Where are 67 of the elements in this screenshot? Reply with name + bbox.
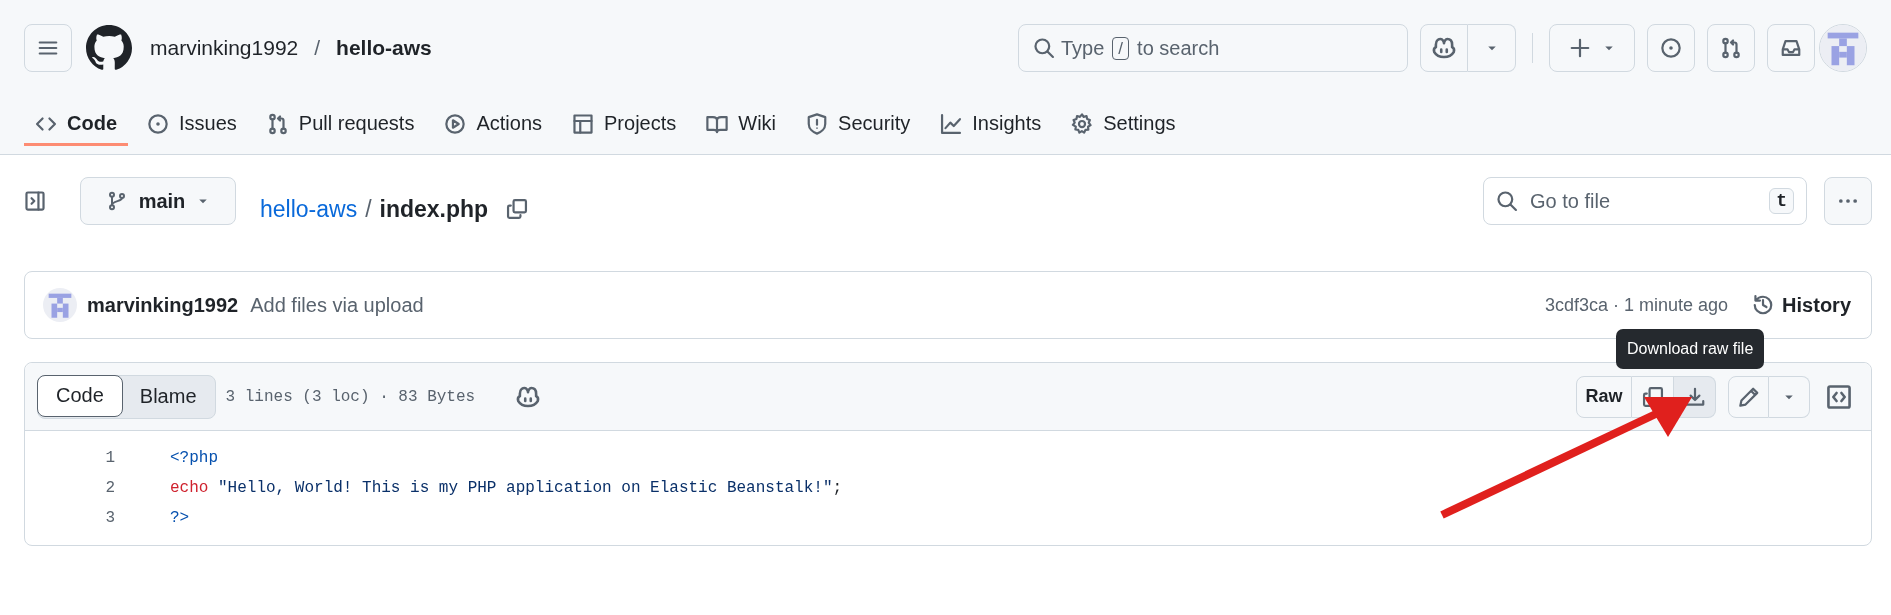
play-icon bbox=[444, 112, 467, 135]
branch-icon bbox=[106, 191, 127, 211]
repo-link[interactable]: hello-aws bbox=[336, 36, 432, 60]
search-icon bbox=[1033, 37, 1055, 59]
nav-tab[interactable]: Wiki bbox=[695, 96, 788, 146]
more-icon bbox=[1837, 199, 1859, 203]
line-number: 1 bbox=[104, 449, 116, 467]
nav-tab[interactable]: Projects bbox=[561, 96, 688, 146]
copilot-icon bbox=[1431, 35, 1457, 61]
field-placeholder: Go to file bbox=[1530, 189, 1611, 213]
file-info: 3 lines (3 loc) · 83 Bytes bbox=[225, 387, 476, 406]
nav-tab[interactable]: Insights bbox=[929, 96, 1053, 146]
symbols-icon[interactable] bbox=[1826, 383, 1852, 410]
nav-tab[interactable]: Security bbox=[795, 96, 922, 146]
plus-icon bbox=[1569, 37, 1591, 59]
file-name: index.php bbox=[379, 195, 489, 223]
raw-button[interactable]: Raw bbox=[1576, 375, 1632, 418]
shortcut-key: / bbox=[1112, 36, 1130, 60]
pull-request-icon bbox=[266, 112, 289, 135]
branch-button[interactable]: main bbox=[80, 177, 236, 225]
go-to-file-field[interactable]: Go to file t bbox=[1483, 177, 1807, 225]
sidebar-toggle-icon[interactable] bbox=[24, 190, 46, 212]
issue-icon bbox=[147, 112, 169, 135]
inbox-icon bbox=[1780, 37, 1802, 59]
owner-link[interactable]: marvinking1992 bbox=[150, 36, 299, 60]
issues-button[interactable] bbox=[1647, 24, 1695, 72]
menu-button[interactable] bbox=[24, 24, 72, 72]
tooltip: Download raw file bbox=[1616, 329, 1765, 369]
commit-message[interactable]: Add files via upload bbox=[250, 293, 424, 317]
commit-meta: 3cdf3ca · 1 minute ago bbox=[1544, 294, 1729, 316]
view-tab[interactable]: Blame bbox=[121, 375, 215, 418]
code-line: ?> bbox=[170, 509, 190, 527]
view-tab[interactable]: Code bbox=[37, 374, 123, 417]
settings-icon bbox=[1071, 112, 1094, 135]
avatar-icon bbox=[43, 288, 77, 322]
search-field[interactable]: Type / to search bbox=[1018, 24, 1408, 72]
graph-icon bbox=[940, 112, 963, 135]
line-number: 2 bbox=[104, 479, 116, 497]
shortcut-key: t bbox=[1769, 188, 1794, 214]
search-placeholder: Type bbox=[1061, 36, 1105, 60]
path-separator: / bbox=[365, 195, 372, 223]
pull-requests-button[interactable] bbox=[1707, 24, 1755, 72]
nav-tab[interactable]: Pull requests bbox=[255, 96, 426, 146]
line-number: 3 bbox=[104, 509, 116, 527]
nav-tab[interactable]: Actions bbox=[433, 96, 554, 146]
shield-icon bbox=[806, 112, 829, 135]
copilot-button[interactable] bbox=[1420, 24, 1468, 72]
code-line: echo "Hello, World! This is my PHP application on Elastic Beanstalk!"; bbox=[170, 479, 843, 497]
history-button[interactable]: History bbox=[1752, 293, 1851, 317]
copy-icon[interactable] bbox=[506, 198, 529, 220]
pencil-icon bbox=[1737, 385, 1760, 408]
nav-tab[interactable]: Settings bbox=[1060, 96, 1187, 146]
nav-tab[interactable]: Issues bbox=[136, 96, 248, 146]
issue-icon bbox=[1660, 37, 1682, 59]
code-line: <?php bbox=[170, 449, 218, 467]
edit-button[interactable] bbox=[1728, 375, 1769, 418]
search-placeholder: to search bbox=[1137, 36, 1220, 60]
repo-link[interactable]: hello-aws bbox=[260, 195, 358, 223]
path-separator: / bbox=[314, 36, 321, 60]
logo-icon[interactable] bbox=[86, 25, 132, 71]
history-icon bbox=[1752, 294, 1775, 316]
inbox-button[interactable] bbox=[1767, 24, 1815, 72]
table-icon bbox=[572, 112, 595, 135]
commit-author[interactable]: marvinking1992 bbox=[87, 293, 239, 317]
search-icon bbox=[1496, 190, 1518, 212]
pull-request-icon bbox=[1720, 37, 1742, 59]
nav-tab[interactable]: Code bbox=[24, 96, 128, 146]
